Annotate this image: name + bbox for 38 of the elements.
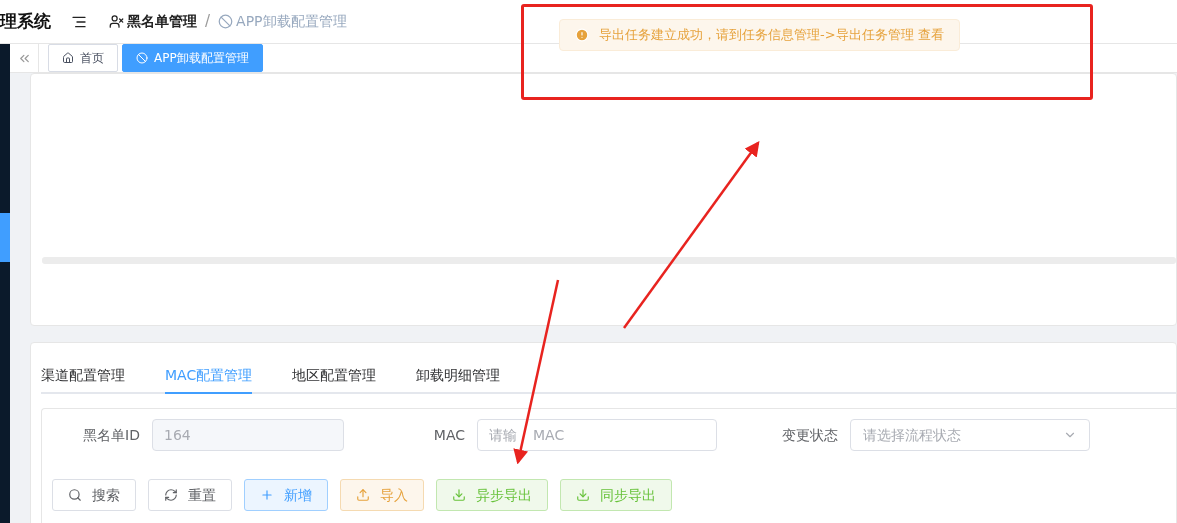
horizontal-scrollbar[interactable]	[42, 257, 1176, 264]
section-tab[interactable]: 渠道配置管理	[41, 359, 125, 394]
upload-icon	[356, 488, 370, 502]
sidebar-active-marker	[0, 213, 10, 262]
action-button[interactable]: 搜索	[52, 479, 136, 511]
page-tab[interactable]: 首页	[48, 44, 118, 72]
breadcrumb-item: APP卸载配置管理	[218, 11, 347, 32]
app-title: 理系统	[0, 9, 51, 33]
home-icon	[62, 52, 74, 64]
action-button[interactable]: 新增	[244, 479, 328, 511]
field-label: 变更状态	[781, 425, 839, 445]
text-input[interactable]: 请输 MAC	[477, 419, 717, 451]
status-select[interactable]: 请选择流程状态	[850, 419, 1090, 451]
user-x-icon	[109, 14, 124, 29]
section-tab[interactable]: MAC配置管理	[165, 359, 253, 394]
input-placeholder: MAC	[533, 425, 565, 445]
field-label: MAC	[432, 425, 466, 445]
toast-message: 导出任务建立成功，请到任务信息管理->导出任务管理 查看	[559, 19, 960, 51]
field-label: 黑名单ID	[82, 425, 141, 445]
action-button[interactable]: 异步导出	[436, 479, 548, 511]
ban-icon	[136, 52, 148, 64]
select-placeholder: 请选择流程状态	[863, 425, 961, 445]
download-icon	[576, 488, 590, 502]
refresh-icon	[164, 488, 178, 502]
input-placeholder: 请输	[489, 425, 517, 445]
action-button[interactable]: 重置	[148, 479, 232, 511]
download-icon	[452, 488, 466, 502]
section-tab[interactable]: 地区配置管理	[292, 359, 377, 394]
action-button[interactable]: 同步导出	[560, 479, 672, 511]
section-tab[interactable]: 卸载明细管理	[416, 359, 501, 394]
breadcrumb-item[interactable]: 黑名单管理	[109, 11, 197, 32]
breadcrumb-separator: /	[205, 11, 211, 33]
page-tab[interactable]: APP卸载配置管理	[122, 44, 263, 72]
action-button[interactable]: 导入	[340, 479, 424, 511]
ban-icon	[218, 14, 234, 29]
warning-icon	[575, 28, 589, 42]
search-icon	[68, 488, 82, 502]
plus-icon	[260, 488, 274, 502]
